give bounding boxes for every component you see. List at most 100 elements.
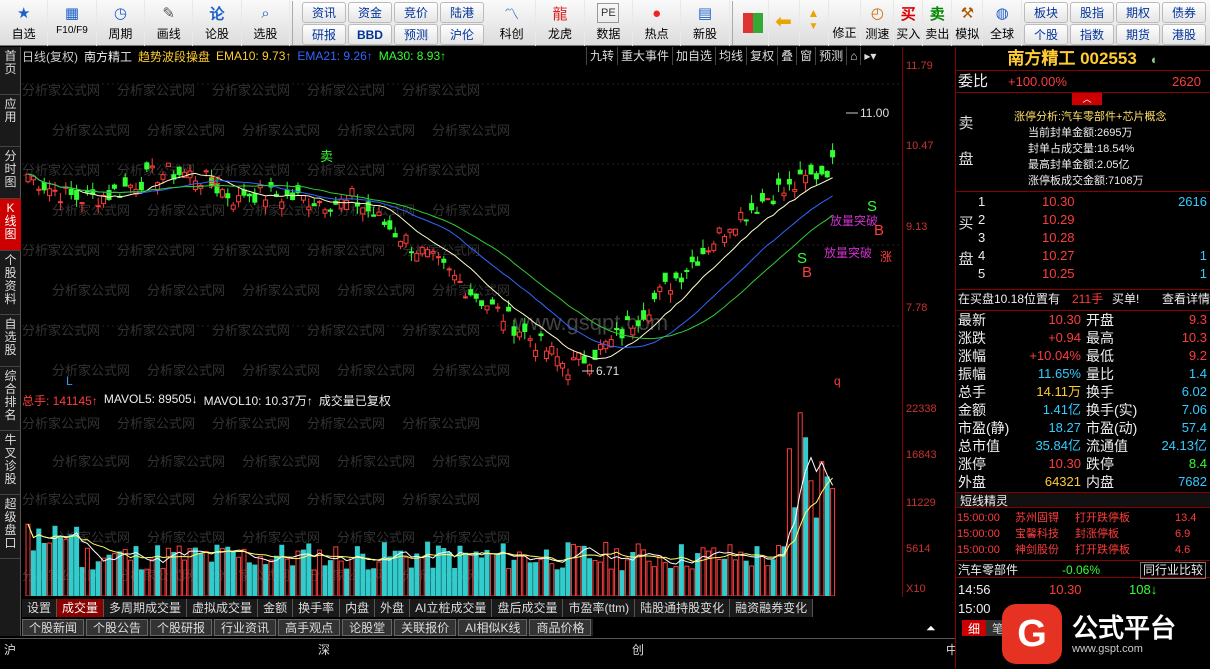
toolbar-zhishu-button[interactable]: 指数 xyxy=(1069,24,1114,45)
toolbar-newstock-button[interactable]: ▤ 新股 xyxy=(681,0,730,46)
bid-row[interactable]: 5 10.25 1 xyxy=(976,265,1210,283)
toolbar-bbd-button[interactable]: BBD xyxy=(347,24,392,45)
indicator-tab[interactable]: 陆股通持股变化 xyxy=(635,599,731,617)
period-label[interactable]: 日线(复权) xyxy=(22,48,78,65)
toolbar-simulate-button[interactable]: ⚒ 模拟 xyxy=(952,0,984,46)
leftnav-kline[interactable]: K线图 xyxy=(0,199,21,251)
info-tab[interactable]: 个股新闻 xyxy=(22,619,85,636)
flash-row[interactable]: 15:00:00 苏州固锝 打开跌停板 13.4 xyxy=(957,510,1209,526)
toolbar-period-button[interactable]: ◷ 周期 xyxy=(97,0,146,46)
moving-average-button[interactable]: 均线 xyxy=(715,47,746,65)
leftnav-ranking[interactable]: 综合排名 xyxy=(0,367,21,431)
toolbar-speedtest-button[interactable]: ◴ 测速 xyxy=(861,0,895,46)
indicator-tab[interactable]: 外盘 xyxy=(375,599,411,617)
toolbar-zijin-button[interactable]: 资金 xyxy=(347,2,392,23)
toolbar-lugang-button[interactable]: 陆港 xyxy=(439,2,484,23)
indicator-tab[interactable]: 融资融券变化 xyxy=(730,599,814,617)
toolbar-longhu-button[interactable]: 龍龙虎 xyxy=(536,0,585,46)
leftnav-home[interactable]: 首页 xyxy=(0,47,21,95)
window-button[interactable]: 窗 xyxy=(796,47,815,65)
status-sh[interactable]: 沪 xyxy=(4,641,16,658)
toolbar-guzhi-button[interactable]: 股指 xyxy=(1069,2,1114,23)
toolbar-buy-button[interactable]: 买买入 xyxy=(894,0,924,46)
jiuzhuan-button[interactable]: 九转 xyxy=(586,47,617,65)
major-events-button[interactable]: 重大事件 xyxy=(617,47,672,65)
toolbar-kechuang-button[interactable]: 〽科创 xyxy=(488,0,537,46)
info-tab[interactable]: 个股研报 xyxy=(150,619,213,636)
toolbar-zhaiquan-button[interactable]: 债券 xyxy=(1161,2,1206,23)
toolbar-xiuzheng-button[interactable]: 修正 xyxy=(829,0,862,46)
toolbar-draw-button[interactable]: ✎ 画线 xyxy=(145,0,194,46)
leftnav-profile[interactable]: 个股资料 xyxy=(0,251,21,315)
toolbar-hulun-button[interactable]: 沪伦 xyxy=(439,24,484,45)
watermark-text: 分析家公式网 xyxy=(147,283,225,298)
toolbar-f10-button[interactable]: ▦ F10/F9 xyxy=(48,0,97,46)
indicator-tab[interactable]: 设置 xyxy=(22,599,58,617)
leftnav-intraday[interactable]: 分时图 xyxy=(0,147,21,199)
toolbar-data-button[interactable]: PE 数据 xyxy=(585,0,633,46)
industry-compare-button[interactable]: 同行业比较 xyxy=(1140,562,1207,579)
adjust-button[interactable]: 复权 xyxy=(746,47,777,65)
view-detail-link[interactable]: 查看详情 xyxy=(1162,290,1210,308)
scroll-up-icon[interactable]: ⏶ xyxy=(926,621,936,636)
toolbar-hot-button[interactable]: ● 热点 xyxy=(633,0,682,46)
lock-icon[interactable]: ⌂ xyxy=(846,47,860,65)
info-tab[interactable]: 个股公告 xyxy=(86,619,149,636)
volume-bar xyxy=(441,548,447,596)
toolbar-color-button[interactable] xyxy=(738,0,769,46)
indicator-tab[interactable]: 内盘 xyxy=(340,599,376,617)
add-watchlist-button[interactable]: 加自选 xyxy=(672,47,715,65)
leftnav-watchlist[interactable]: 自选股 xyxy=(0,315,21,367)
toolbar-global-button[interactable]: ◍ 全球 xyxy=(983,0,1022,46)
indicator-tab[interactable]: 盘后成交量 xyxy=(492,599,564,617)
indicator-tab[interactable]: 金额 xyxy=(258,599,294,617)
indicator-tab[interactable]: 虚拟成交量 xyxy=(187,599,259,617)
toolbar-yanbao-button[interactable]: 研报 xyxy=(301,24,346,45)
flash-row[interactable]: 15:00:00 神剑股份 打开跌停板 4.6 xyxy=(957,542,1209,558)
kline-chart[interactable]: 分析家公式网 分析家公式网 分析家公式网 分析家公式网 分析家公式网分析家公式网 分析家公… xyxy=(22,65,902,390)
indicator-tab[interactable]: AI立桩成交量 xyxy=(410,599,493,617)
toolbar-qihuo-button[interactable]: 期货 xyxy=(1115,24,1160,45)
bid-row[interactable]: 2 10.29 xyxy=(976,211,1210,229)
leftnav-apps[interactable]: 应用 xyxy=(0,95,21,147)
refresh-icon[interactable]: ◐ xyxy=(1151,52,1159,67)
chart-menu-icon[interactable]: ▸▾ xyxy=(860,47,879,65)
overlay-button[interactable]: 叠 xyxy=(777,47,796,65)
bid-row[interactable]: 3 10.28 xyxy=(976,229,1210,247)
bid-row[interactable]: 1 10.30 2616 xyxy=(976,193,1210,211)
toolbar-lungu-button[interactable]: 论论股 xyxy=(193,0,242,46)
toolbar-ganggu-button[interactable]: 港股 xyxy=(1161,24,1206,45)
toolbar-gegu-button[interactable]: 个股 xyxy=(1023,24,1068,45)
indicator-tab[interactable]: 成交量 xyxy=(57,599,105,617)
leftnav-diagnose[interactable]: 牛叉诊股 xyxy=(0,431,21,495)
flash-row[interactable]: 15:00:00 宝馨科技 封涨停板 6.9 xyxy=(957,526,1209,542)
info-tab[interactable]: 高手观点 xyxy=(278,619,341,636)
toolbar-qiquan-button[interactable]: 期权 xyxy=(1115,2,1160,23)
toolbar-bankuai-button[interactable]: 板块 xyxy=(1023,2,1068,23)
info-tab[interactable]: 商品价格 xyxy=(529,619,592,636)
forecast-button[interactable]: 预测 xyxy=(815,47,846,65)
collapse-icon[interactable]: ︿ xyxy=(1072,93,1102,105)
info-tab[interactable]: AI相似K线 xyxy=(458,619,528,636)
toolbar-fix-button[interactable]: ▲ ▼ xyxy=(800,0,829,46)
toolbar-jingjia-button[interactable]: 竞价 xyxy=(393,2,438,23)
status-sz[interactable]: 深 xyxy=(318,641,330,658)
volume-chart[interactable]: 分析家公式网 分析家公式网 分析家公式网 分析家公式网 分析家公式网分析家公式网 分析家公… xyxy=(22,408,902,596)
toolbar-sell-button[interactable]: 卖卖出 xyxy=(923,0,953,46)
bid-row[interactable]: 4 10.27 1 xyxy=(976,247,1210,265)
leftnav-superpanel[interactable]: 超级盘口 xyxy=(0,495,21,559)
info-tab[interactable]: 关联报价 xyxy=(394,619,457,636)
indicator-tab[interactable]: 市盈率(ttm) xyxy=(563,599,636,617)
toolbar-back-button[interactable]: ⬅ xyxy=(769,0,800,46)
info-tab[interactable]: 行业资讯 xyxy=(214,619,277,636)
tick-tab-detail[interactable]: 细 xyxy=(962,620,987,636)
toolbar-xuangu-button[interactable]: ⌕ 选股 xyxy=(242,0,291,46)
indicator-tab[interactable]: 多周期成交量 xyxy=(104,599,188,617)
strategy-label[interactable]: 趋势波段操盘 xyxy=(138,48,210,65)
status-cy[interactable]: 创 xyxy=(632,641,644,658)
info-tab[interactable]: 论股堂 xyxy=(342,619,393,636)
toolbar-zixuan-button[interactable]: ★ 自选 xyxy=(0,0,49,46)
indicator-tab[interactable]: 换手率 xyxy=(293,599,341,617)
toolbar-yuce-button[interactable]: 预测 xyxy=(393,24,438,45)
toolbar-zixun-button[interactable]: 资讯 xyxy=(301,2,346,23)
